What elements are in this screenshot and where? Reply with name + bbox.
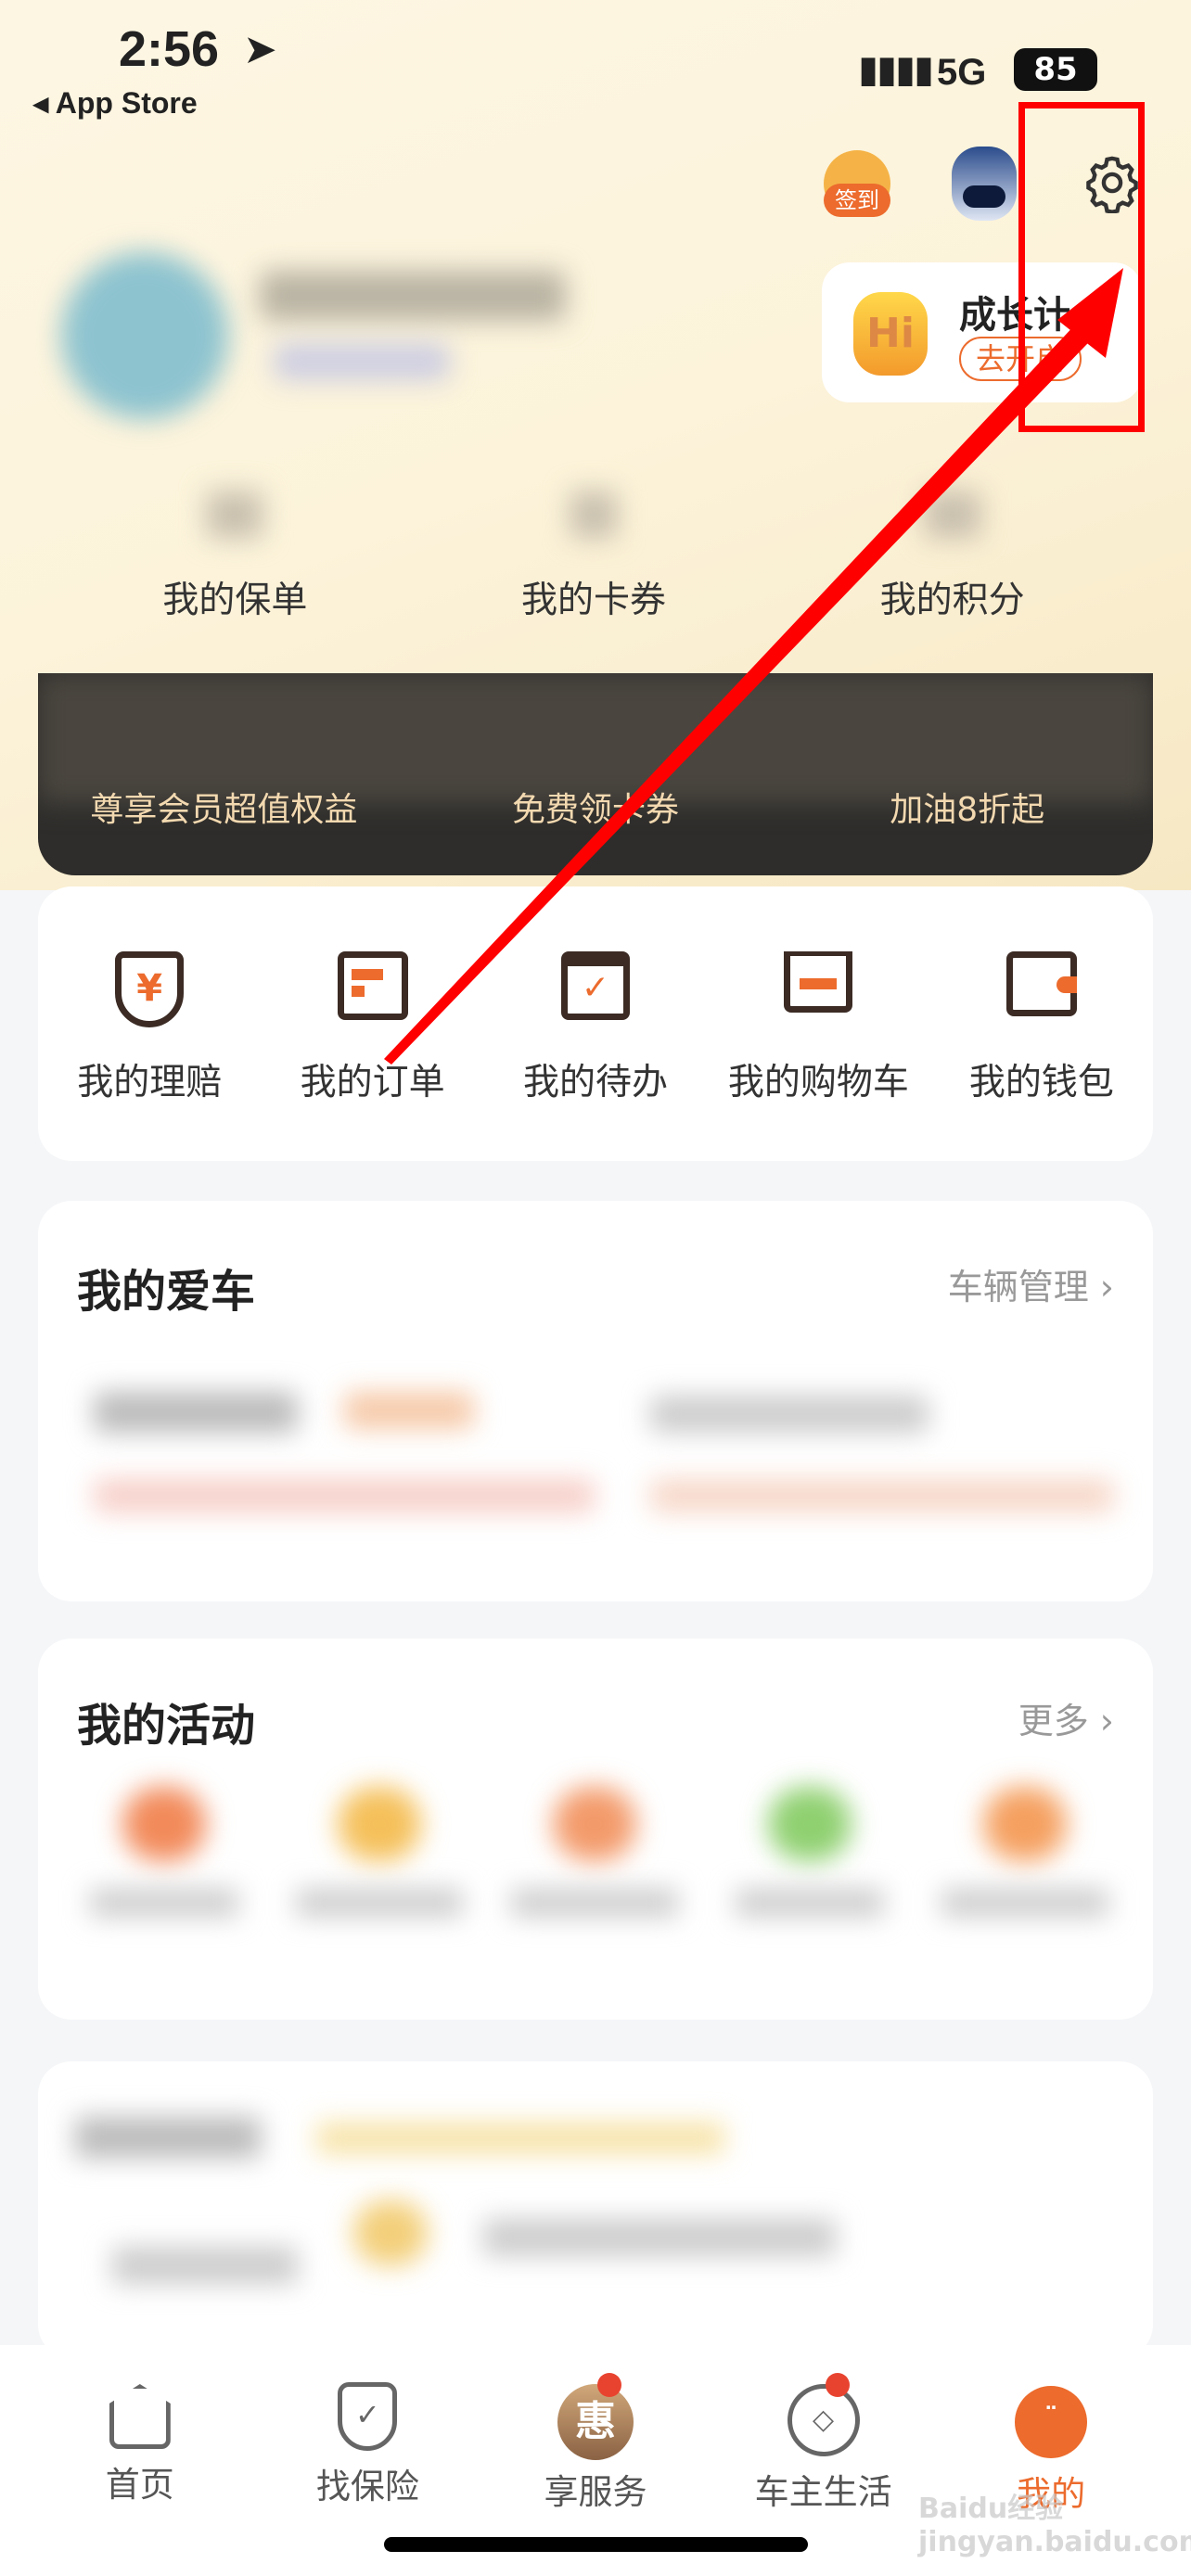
annotation-arrow-icon	[384, 268, 1123, 1065]
